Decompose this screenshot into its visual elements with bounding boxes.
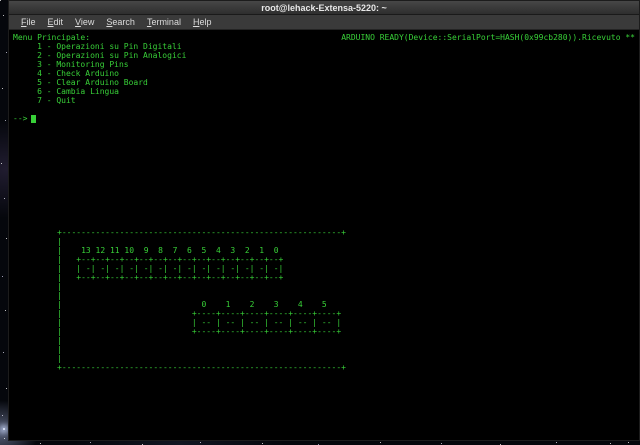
menubar-item-help[interactable]: Help	[187, 15, 218, 30]
menubar-item-search[interactable]: Search	[100, 15, 141, 30]
window-title: root@lehack-Extensa-5220: ~	[261, 2, 387, 13]
menubar-item-file[interactable]: File	[15, 15, 42, 30]
menubar-item-edit[interactable]: Edit	[42, 15, 70, 30]
status-line: Menu Principale: ARDUINO READY(Device::S…	[13, 33, 635, 42]
prompt-text: -->	[13, 114, 28, 123]
menubar-item-terminal[interactable]: Terminal	[141, 15, 187, 30]
menu-title-text: Menu Principale:	[13, 33, 91, 42]
terminal-window: root@lehack-Extensa-5220: ~ File Edit Vi…	[8, 0, 640, 441]
terminal-cursor	[31, 115, 37, 123]
desktop-background: root@lehack-Extensa-5220: ~ File Edit Vi…	[0, 0, 640, 445]
arduino-board-ascii-art: +---------------------------------------…	[57, 228, 346, 372]
galaxy-glow	[3, 428, 5, 430]
menubar: File Edit View Search Terminal Help	[9, 15, 639, 30]
titlebar[interactable]: root@lehack-Extensa-5220: ~	[9, 1, 639, 15]
arduino-status-text: ARDUINO READY(Device::SerialPort=HASH(0x…	[341, 33, 635, 42]
starfield	[0, 0, 1, 1]
main-menu-options: 1 - Operazioni su Pin Digitali 2 - Opera…	[37, 42, 187, 105]
menubar-item-view[interactable]: View	[69, 15, 100, 30]
prompt-line: -->	[13, 114, 635, 123]
terminal-screen[interactable]: Menu Principale: ARDUINO READY(Device::S…	[9, 30, 639, 440]
